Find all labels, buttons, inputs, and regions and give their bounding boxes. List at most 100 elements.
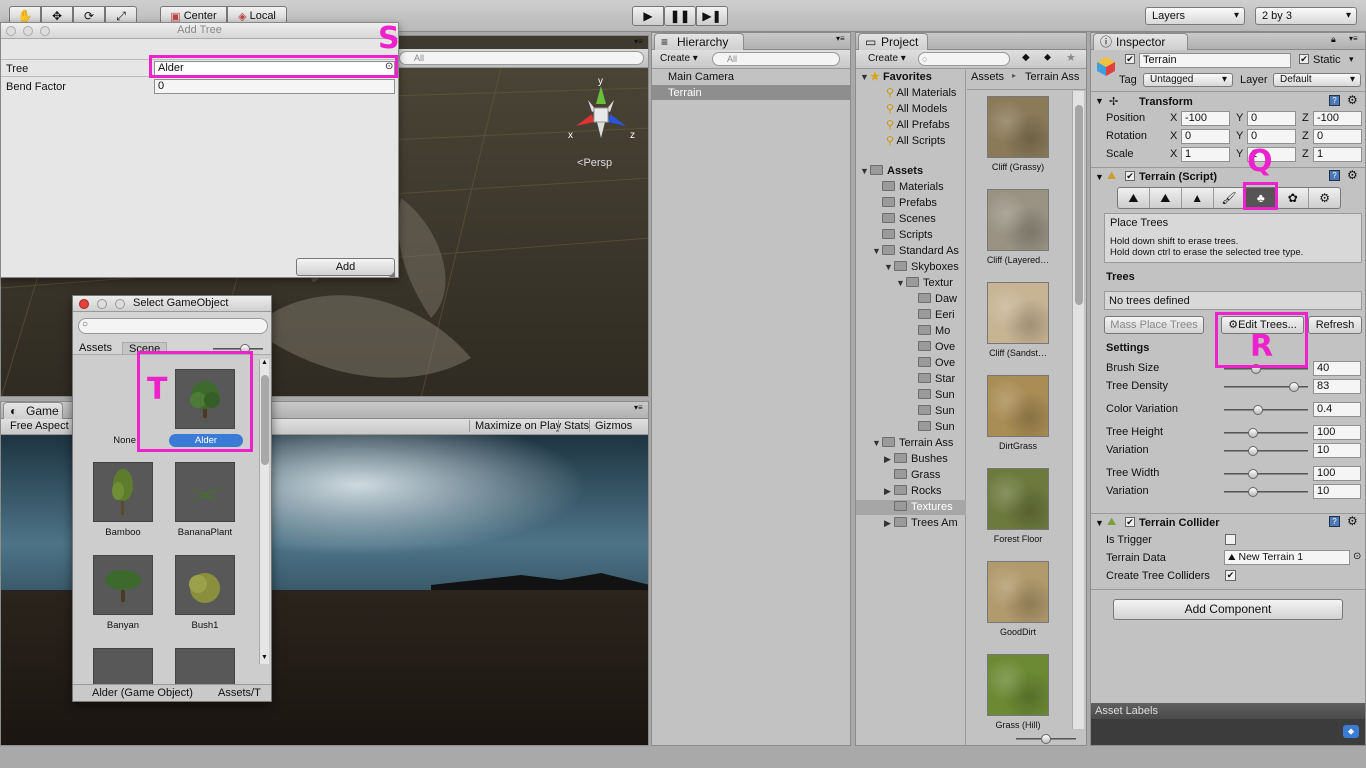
folder-item[interactable]: Star [908, 373, 955, 385]
maximize-on-play-toggle[interactable]: Maximize on Play [469, 420, 561, 432]
inspector-menu-icon[interactable]: ▾≡ [1349, 34, 1358, 43]
favorites-header[interactable]: ▼★ Favorites [860, 70, 932, 83]
scale-field[interactable]: 1 [1181, 147, 1230, 162]
setting-slider[interactable] [1224, 446, 1308, 456]
project-scrollbar[interactable] [1072, 91, 1084, 729]
terrain-data-field[interactable]: ⛰ New Terrain 1 [1224, 550, 1350, 565]
tab-hierarchy[interactable]: ≡ Hierarchy [654, 33, 744, 50]
folder-item[interactable]: ▶ Rocks [884, 485, 942, 497]
persp-label[interactable]: <Persp [577, 157, 612, 169]
object-name-field[interactable]: Terrain [1139, 53, 1291, 68]
texture-thumbnail[interactable] [987, 189, 1049, 251]
thumb-size-slider[interactable] [213, 344, 263, 354]
folder-item[interactable]: ▼ Terrain Ass [872, 437, 953, 449]
terrain-data-picker-icon[interactable]: ⊙ [1353, 551, 1361, 562]
step-button[interactable]: ▶❚ [696, 6, 728, 26]
terrain-help-icon[interactable]: ? [1329, 170, 1340, 181]
paint-texture-button[interactable]: 🖌︎ [1214, 188, 1246, 208]
texture-thumbnail[interactable] [987, 561, 1049, 623]
raise-lower-terrain-button[interactable]: ⛰ [1118, 188, 1150, 208]
mass-place-trees-button[interactable]: Mass Place Trees [1104, 316, 1204, 334]
folder-item[interactable]: ▼ Standard As [872, 245, 959, 257]
folder-item[interactable]: ▼ Textur [896, 277, 953, 289]
breadcrumb-current[interactable]: Terrain Ass [1025, 71, 1079, 83]
breadcrumb-root[interactable]: Assets [971, 71, 1004, 83]
add-component-button[interactable]: Add Component [1113, 599, 1343, 620]
add-button[interactable]: Add [296, 258, 395, 276]
folder-item[interactable]: Materials [872, 181, 944, 193]
transform-gear-icon[interactable]: ⚙ [1347, 93, 1358, 107]
item-bananaplant-thumb[interactable] [175, 462, 235, 522]
setting-value-field[interactable]: 40 [1313, 361, 1361, 376]
collider-enabled-checkbox[interactable]: ✔ [1125, 517, 1135, 527]
item-banyan-thumb[interactable] [93, 555, 153, 615]
scroll-down-icon[interactable]: ▼ [261, 654, 268, 661]
scale-field[interactable]: 1 [1313, 147, 1362, 162]
position-field[interactable]: -100 [1181, 111, 1230, 126]
hierarchy-menu-icon[interactable]: ▾≡ [836, 34, 845, 43]
hierarchy-item-main-camera[interactable]: Main Camera [668, 71, 734, 83]
folder-item[interactable]: Ove [908, 341, 955, 353]
resize-grip-icon[interactable]: ◢ [389, 269, 395, 278]
collapsed-arrow-icon[interactable]: ▶ [884, 486, 894, 497]
folder-item[interactable]: Scripts [872, 229, 933, 241]
select-go-tab-assets[interactable]: Assets [79, 342, 112, 354]
create-tree-colliders-checkbox[interactable]: ✔ [1225, 570, 1236, 581]
setting-slider[interactable] [1224, 364, 1308, 374]
zoom-gray-icon[interactable] [115, 299, 125, 309]
folder-item[interactable]: Eeri [908, 309, 955, 321]
layers-dropdown[interactable]: Layers [1145, 7, 1245, 25]
collider-gear-icon[interactable]: ⚙ [1347, 514, 1358, 528]
panel-menu-icon[interactable]: ▾≡ [634, 37, 643, 46]
tab-inspector[interactable]: ⓘ Inspector [1093, 33, 1188, 50]
tag-dropdown[interactable]: Untagged [1143, 73, 1233, 87]
play-button[interactable]: ▶ [632, 6, 664, 26]
item-none-label[interactable]: None [83, 435, 136, 446]
assets-root[interactable]: ▼ Assets [860, 165, 923, 177]
gizmos-dropdown[interactable]: Gizmos [589, 420, 632, 432]
minimize-gray-icon[interactable] [97, 299, 107, 309]
folder-item[interactable]: ▶ Bushes [884, 453, 948, 465]
setting-value-field[interactable]: 100 [1313, 425, 1361, 440]
folder-item[interactable]: Prefabs [872, 197, 937, 209]
static-checkbox[interactable]: ✔ [1299, 54, 1309, 64]
scroll-up-icon[interactable]: ▲ [261, 359, 268, 366]
item-bamboo-thumb[interactable] [93, 462, 153, 522]
close-red-icon[interactable] [79, 299, 89, 309]
active-checkbox[interactable]: ✔ [1125, 54, 1135, 64]
select-go-search-input[interactable]: ○ [78, 318, 268, 334]
scene-search-input[interactable]: All [399, 51, 644, 65]
setting-slider-knob[interactable] [1248, 487, 1258, 497]
rotation-field[interactable]: 0 [1181, 129, 1230, 144]
collider-fold-icon[interactable]: ▼ [1095, 518, 1104, 528]
stats-toggle[interactable]: Stats [558, 420, 589, 432]
help-book-icon[interactable]: ? [1329, 95, 1340, 106]
rotation-field[interactable]: 0 [1247, 129, 1296, 144]
folder-item[interactable]: Sun [908, 389, 955, 401]
item-bananaplant-label[interactable]: BananaPlant [165, 527, 245, 538]
setting-slider[interactable] [1224, 469, 1308, 479]
item-more-thumb-1[interactable] [93, 648, 153, 684]
hierarchy-search-input[interactable]: All [712, 52, 840, 66]
item-more-thumb-2[interactable] [175, 648, 235, 684]
setting-value-field[interactable]: 0.4 [1313, 402, 1361, 417]
folder-item[interactable]: Sun [908, 421, 955, 433]
bend-factor-field[interactable]: 0 [154, 79, 395, 94]
tab-game[interactable]: ◐ Game [3, 402, 63, 419]
setting-slider-knob[interactable] [1248, 428, 1258, 438]
collider-help-icon[interactable]: ? [1329, 516, 1340, 527]
setting-slider[interactable] [1224, 405, 1308, 415]
is-trigger-checkbox[interactable] [1225, 534, 1236, 545]
folder-item[interactable]: ▼ Skyboxes [884, 261, 959, 273]
item-bush1-thumb[interactable] [175, 555, 235, 615]
filter-by-label-icon[interactable]: ⬥ [1044, 52, 1051, 63]
folder-item[interactable]: Textures [884, 501, 953, 513]
game-panel-menu-icon[interactable]: ▾≡ [634, 403, 643, 412]
texture-thumbnail[interactable] [987, 96, 1049, 158]
item-bush1-label[interactable]: Bush1 [165, 620, 245, 631]
project-scroll-thumb[interactable] [1075, 105, 1083, 305]
filter-by-type-icon[interactable]: ◆ [1022, 52, 1030, 63]
inspector-lock-icon[interactable]: 🔒︎ [1331, 34, 1336, 45]
setting-value-field[interactable]: 10 [1313, 484, 1361, 499]
texture-thumbnail[interactable] [987, 282, 1049, 344]
